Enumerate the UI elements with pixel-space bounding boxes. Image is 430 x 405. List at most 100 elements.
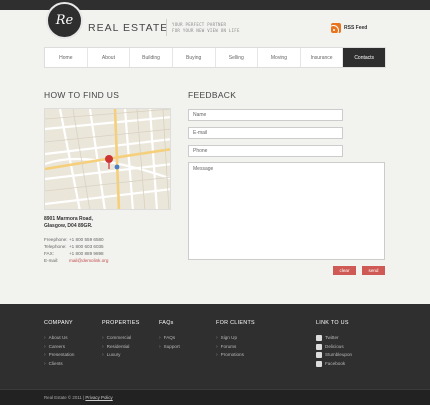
logo[interactable]: Re <box>46 2 83 39</box>
social-link-label: Twitter <box>325 335 339 340</box>
map-pin-icon <box>105 155 113 163</box>
footer-link[interactable]: › Presentation <box>44 351 74 360</box>
social-link-twitter[interactable]: Twitter <box>316 334 352 343</box>
footer-link[interactable]: › Sign Up <box>216 334 255 343</box>
facebook-icon <box>316 360 322 367</box>
contact-row: Telephone: +1 800 603 6035 <box>44 243 108 250</box>
nav-item-home[interactable]: Home <box>45 48 88 67</box>
copyright-text: Real Estate © 2011 <box>44 395 82 400</box>
bullet-icon: › <box>44 343 46 350</box>
footer-link-label: Luxury <box>106 352 121 357</box>
contact-label: FAX: <box>44 251 54 256</box>
bullet-icon: › <box>102 352 104 358</box>
contact-label: Telephone: <box>44 244 67 249</box>
bullet-icon: › <box>44 352 46 358</box>
copyright: Real Estate © 2011 | Privacy Policy <box>44 395 113 400</box>
contact-row: FAX: +1 800 889 9898 <box>44 250 108 257</box>
nav-item-building[interactable]: Building <box>130 48 173 67</box>
footer-link[interactable]: › Residential <box>102 343 140 352</box>
brand-name[interactable]: REAL ESTATE <box>88 22 168 34</box>
address-line-2: Glasgow, D04 89GR. <box>44 223 93 229</box>
footer-heading: FOR CLIENTS <box>216 320 255 326</box>
footer-link-label: Promotions <box>220 352 244 357</box>
footer-link-label: Residential <box>106 343 130 349</box>
footer-heading: COMPANY <box>44 320 73 326</box>
message-field[interactable]: Message <box>188 162 385 260</box>
footer-link-label: Support <box>163 343 180 349</box>
twitter-icon <box>316 335 322 342</box>
contact-value: +1 800 559 6580 <box>69 237 104 242</box>
bullet-icon: › <box>159 335 161 341</box>
social-link-delicious[interactable]: Delicious <box>316 343 352 352</box>
footer-column-company: COMPANY › About Us › Careers › Presentation… <box>44 320 74 368</box>
footer-link-label: FAQs <box>163 335 176 340</box>
address: 8901 Marmora Road, Glasgow, D04 89GR. <box>44 216 93 230</box>
footer-link-label: Sign Up <box>220 335 238 340</box>
email-field[interactable]: E-mail <box>188 127 343 139</box>
brand-divider <box>166 19 167 36</box>
bullet-icon: › <box>102 343 104 350</box>
footer-link-label: Clients <box>48 360 63 366</box>
bullet-icon: › <box>159 343 161 350</box>
contact-label: E-mail: <box>44 258 59 263</box>
bullet-icon: › <box>216 335 218 341</box>
tagline-line-2: FOR YOUR NEW VIEW ON LIFE <box>172 28 240 33</box>
footer-link-label: Careers <box>48 343 66 349</box>
footer-heading: PROPERTIES <box>102 320 140 326</box>
tagline: YOUR PERFECT PARTNER FOR YOUR NEW VIEW O… <box>172 22 240 34</box>
footer-link[interactable]: › Commercial <box>102 334 140 343</box>
footer-link-label: Presentation <box>48 352 75 357</box>
rss-icon <box>331 23 341 33</box>
footer-link[interactable]: › Promotions <box>216 351 255 360</box>
bullet-icon: › <box>102 335 104 341</box>
social-link-label: Delicious <box>325 343 344 349</box>
nav-item-buying[interactable]: Buying <box>173 48 216 67</box>
contact-label: Freephone: <box>44 237 68 242</box>
footer-link-label: Commercial <box>106 335 132 340</box>
social-link-label: Facebook <box>325 360 346 366</box>
delicious-icon <box>316 343 322 350</box>
contact-list: Freephone: +1 800 559 6580 Telephone: +1 8… <box>44 236 108 264</box>
contact-row: E-mail: mail@demolink.org <box>44 257 108 264</box>
contact-value: +1 800 889 9898 <box>69 251 104 256</box>
bullet-icon: › <box>44 360 46 367</box>
stumbleupon-icon <box>316 352 322 359</box>
map-graphic <box>45 109 170 209</box>
bullet-icon: › <box>216 343 218 350</box>
nav-item-selling[interactable]: Selling <box>216 48 259 67</box>
nav-item-about[interactable]: About <box>88 48 131 67</box>
nav-item-contacts[interactable]: Contacts <box>343 48 385 67</box>
name-field[interactable]: Name <box>188 109 343 121</box>
footer-link[interactable]: › Clients <box>44 360 74 369</box>
email-link[interactable]: mail@demolink.org <box>69 257 108 264</box>
social-link-stumbleupon[interactable]: Stumbleupon <box>316 351 352 360</box>
address-line-1: 8901 Marmora Road, <box>44 216 93 222</box>
footer-heading: FAQs <box>159 320 174 326</box>
footer-link[interactable]: › Support <box>159 343 180 352</box>
main-nav: Home About Building Buying Selling Movin… <box>44 47 386 68</box>
location-map[interactable] <box>44 108 171 210</box>
nav-item-moving[interactable]: Moving <box>258 48 301 67</box>
footer-link[interactable]: › Luxury <box>102 351 140 360</box>
footer-column-faqs: FAQs › FAQs › Support <box>159 320 180 351</box>
footer-column-social: LINK TO US Twitter Delicious Stumbleupon… <box>316 320 352 368</box>
phone-field[interactable]: Phone <box>188 145 343 157</box>
privacy-policy-link[interactable]: Privacy Policy <box>85 395 112 400</box>
rss-link[interactable]: RSS Feed <box>331 23 367 33</box>
bullet-icon: › <box>216 352 218 358</box>
footer-column-for-clients: FOR CLIENTS › Sign Up › Forums › Promotions <box>216 320 255 360</box>
rss-label: RSS Feed <box>344 25 368 31</box>
nav-item-insurance[interactable]: Insurance <box>301 48 344 67</box>
footer-link[interactable]: › About Us <box>44 334 74 343</box>
footer-link[interactable]: › FAQs <box>159 334 180 343</box>
footer-link-label: About Us <box>48 335 68 340</box>
send-button[interactable]: send <box>362 266 385 275</box>
social-link-label: Stumbleupon <box>325 352 353 357</box>
contact-row: Freephone: +1 800 559 6580 <box>44 236 108 243</box>
footer-link[interactable]: › Forums <box>216 343 255 352</box>
contact-value: +1 800 603 6035 <box>69 244 104 249</box>
clear-button[interactable]: clear <box>333 266 356 275</box>
footer-link[interactable]: › Careers <box>44 343 74 352</box>
logo-text: Re <box>55 13 74 28</box>
social-link-facebook[interactable]: Facebook <box>316 360 352 369</box>
